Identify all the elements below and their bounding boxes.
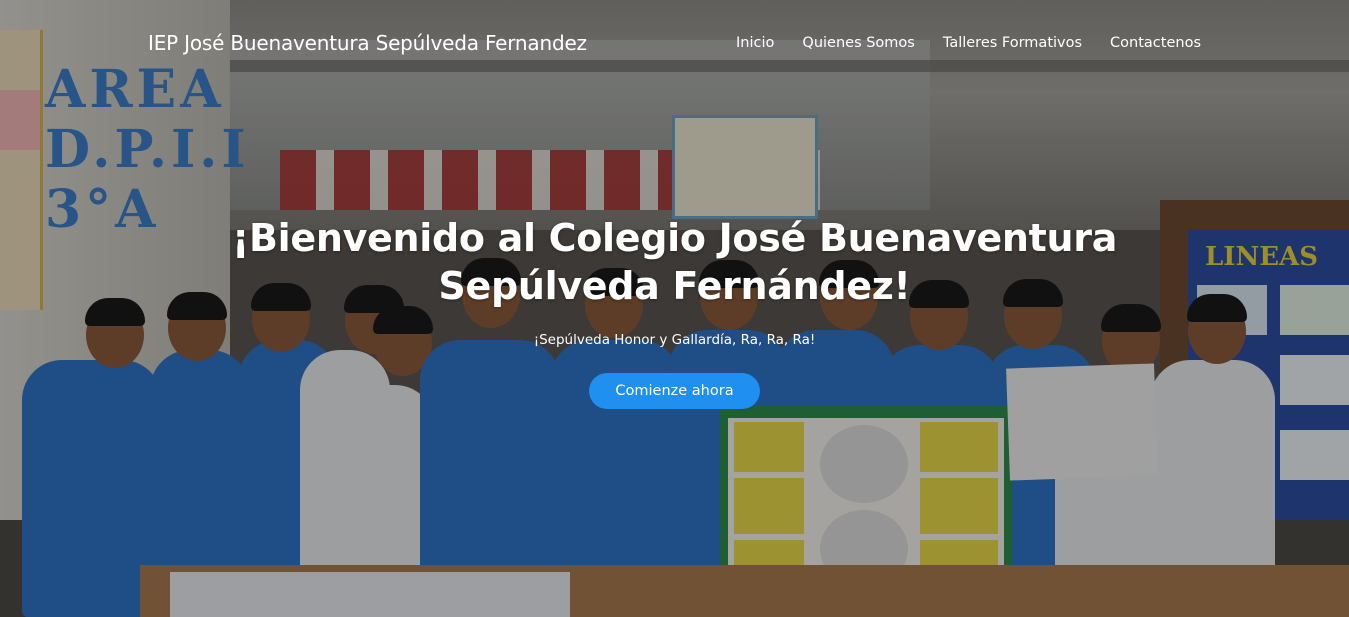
site-brand-link[interactable]: IEP José Buenaventura Sepúlveda Fernande… xyxy=(148,31,587,55)
get-started-button[interactable]: Comienze ahora xyxy=(589,373,760,409)
nav-link-talleres-formativos[interactable]: Talleres Formativos xyxy=(943,35,1082,51)
hero-section: AREA D.P.I.I 3°A LINEAS IEP José Buenave… xyxy=(0,0,1349,617)
hero-subtitle: ¡Sepúlveda Honor y Gallardía, Ra, Ra, Ra… xyxy=(533,332,816,348)
top-navbar: IEP José Buenaventura Sepúlveda Fernande… xyxy=(0,0,1349,90)
hero-content: ¡Bienvenido al Colegio José Buenaventura… xyxy=(0,214,1349,409)
nav-menu: Inicio Quienes Somos Talleres Formativos… xyxy=(736,35,1201,51)
nav-link-contactenos[interactable]: Contactenos xyxy=(1110,35,1201,51)
nav-link-quienes-somos[interactable]: Quienes Somos xyxy=(802,35,914,51)
nav-link-inicio[interactable]: Inicio xyxy=(736,35,774,51)
hero-title: ¡Bienvenido al Colegio José Buenaventura… xyxy=(231,216,1118,308)
